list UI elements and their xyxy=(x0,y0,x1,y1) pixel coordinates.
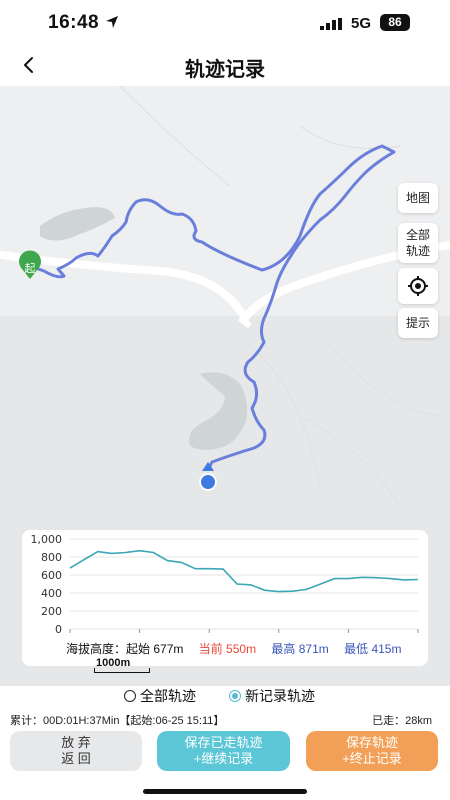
y-tick-label: 1,000 xyxy=(31,533,63,546)
full-track-label-1: 全部 xyxy=(405,228,430,242)
scale-bar xyxy=(94,668,150,673)
status-time: 16:48 xyxy=(48,12,100,33)
save-continue-label-1: 保存已走轨迹 xyxy=(184,735,263,750)
nav-bar: 轨迹记录 xyxy=(0,44,450,88)
radio-all-tracks-label: 全部轨迹 xyxy=(140,688,196,704)
distance-walked: 已走：28km xyxy=(372,715,432,727)
save-end-button[interactable]: 保存轨迹 +终止记录 xyxy=(306,731,438,771)
current-location-dot xyxy=(199,473,217,491)
save-continue-button[interactable]: 保存已走轨迹 +继续记录 xyxy=(157,731,290,771)
y-tick-label: 400 xyxy=(41,587,62,600)
save-end-label-1: 保存轨迹 xyxy=(345,735,398,750)
elevation-min: 最低 415m xyxy=(344,642,402,656)
crosshair-icon xyxy=(408,276,428,296)
save-end-label-2: +终止记录 xyxy=(342,751,402,766)
map-layer-label: 地图 xyxy=(405,191,430,205)
elevation-chart: 1,000 800 600 400 200 0 xyxy=(31,533,419,636)
radio-checked-icon xyxy=(229,690,241,702)
y-tick-label: 0 xyxy=(55,623,62,636)
elevation-start: 起始 677m xyxy=(126,642,184,656)
full-track-button[interactable]: 全部 轨迹 xyxy=(398,223,438,263)
hint-button[interactable]: 提示 xyxy=(398,308,438,338)
hint-label: 提示 xyxy=(405,316,430,330)
start-marker: 起 xyxy=(18,250,42,279)
elevation-max: 最高 871m xyxy=(271,642,329,656)
page-title: 轨迹记录 xyxy=(185,59,265,81)
elevation-legend: 海拔高度：起始 677m 当前 550m 最高 871m 最低 415m xyxy=(66,640,413,657)
y-tick-label: 800 xyxy=(41,551,62,564)
discard-label-1: 放 弃 xyxy=(61,735,91,750)
home-indicator xyxy=(143,789,307,794)
status-bar: 16:48 5G 86 xyxy=(0,0,450,44)
elevation-current: 当前 550m xyxy=(198,642,257,656)
elevation-label: 海拔高度： xyxy=(66,642,127,656)
radio-all-tracks[interactable]: 全部轨迹 xyxy=(124,686,196,706)
y-tick-label: 200 xyxy=(41,605,62,618)
signal-icon xyxy=(320,18,342,30)
radio-new-track[interactable]: 新记录轨迹 xyxy=(229,686,315,706)
start-label: 起 xyxy=(25,262,36,275)
discard-button[interactable]: 放 弃 返 回 xyxy=(10,731,142,771)
discard-label-2: 返 回 xyxy=(61,751,91,766)
save-continue-label-2: +继续记录 xyxy=(193,751,254,766)
full-track-label-2: 轨迹 xyxy=(405,244,430,258)
network-type: 5G xyxy=(351,15,372,32)
radio-new-track-label: 新记录轨迹 xyxy=(245,688,315,704)
battery-icon: 86 xyxy=(380,14,410,31)
y-tick-label: 600 xyxy=(41,569,62,582)
map-layer-button[interactable]: 地图 xyxy=(398,183,438,213)
radio-unchecked-icon xyxy=(124,690,136,702)
locate-button[interactable] xyxy=(398,268,438,304)
cumulative-time: 累计：00D:01H:37Min【起始:06-25 15:11】 xyxy=(10,715,225,727)
elevation-card: 1,000 800 600 400 200 0 海拔高度：起始 677m 当前 … xyxy=(22,530,428,666)
location-arrow-icon xyxy=(106,16,118,28)
